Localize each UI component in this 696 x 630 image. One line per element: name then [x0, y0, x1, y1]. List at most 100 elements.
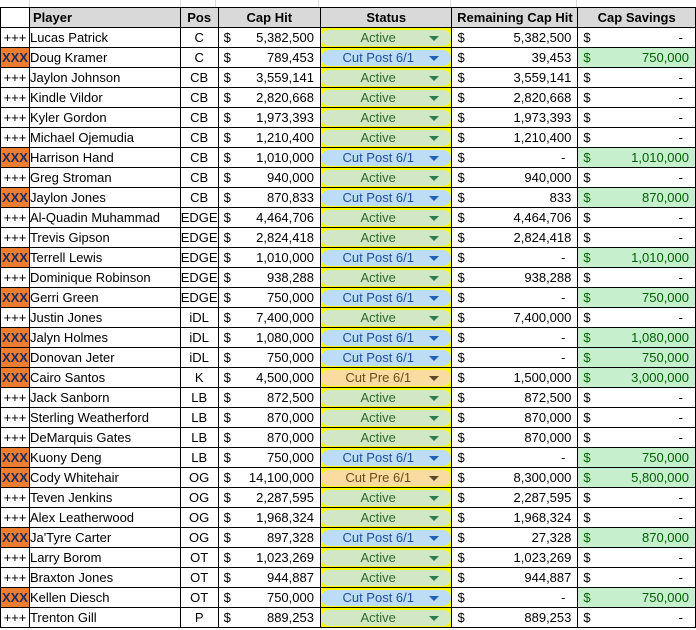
- status-cell[interactable]: Cut Post 6/1: [319, 527, 453, 548]
- cut-marker-cell[interactable]: XXX: [0, 247, 30, 268]
- status-dropdown[interactable]: Active: [321, 510, 451, 526]
- position-cell[interactable]: CB: [179, 127, 219, 148]
- chevron-down-icon[interactable]: [429, 216, 440, 221]
- status-cell[interactable]: Active: [319, 407, 453, 428]
- remaining-cap-hit-cell[interactable]: $1,500,000: [451, 367, 579, 388]
- cut-marker-cell[interactable]: +++: [0, 427, 30, 448]
- cap-hit-cell[interactable]: $870,833: [217, 187, 321, 208]
- player-name-cell[interactable]: Jack Sanborn: [28, 387, 181, 408]
- status-dropdown[interactable]: Active: [321, 570, 451, 586]
- status-cell[interactable]: Active: [319, 607, 453, 628]
- player-name-cell[interactable]: Dominique Robinson: [28, 267, 181, 288]
- position-cell[interactable]: C: [179, 47, 219, 68]
- remaining-cap-hit-cell[interactable]: $8,300,000: [451, 467, 579, 488]
- player-name-cell[interactable]: Gerri Green: [28, 287, 181, 308]
- status-cell[interactable]: Active: [319, 67, 453, 88]
- status-dropdown[interactable]: Cut Post 6/1: [321, 530, 451, 546]
- remaining-cap-hit-cell[interactable]: $872,500: [451, 387, 579, 408]
- remaining-cap-hit-cell[interactable]: $2,824,418: [451, 227, 579, 248]
- cap-savings-cell[interactable]: $ -: [577, 207, 696, 228]
- cap-hit-cell[interactable]: $750,000: [217, 587, 321, 608]
- cap-hit-cell[interactable]: $4,464,706: [217, 207, 321, 228]
- remaining-cap-hit-cell[interactable]: $ -: [451, 587, 579, 608]
- remaining-cap-hit-cell[interactable]: $ -: [451, 447, 579, 468]
- status-cell[interactable]: Cut Post 6/1: [319, 347, 453, 368]
- status-cell[interactable]: Cut Post 6/1: [319, 587, 453, 608]
- status-cell[interactable]: Active: [319, 27, 453, 48]
- player-name-cell[interactable]: Cairo Santos: [28, 367, 181, 388]
- position-cell[interactable]: OG: [179, 507, 219, 528]
- status-dropdown[interactable]: Active: [321, 230, 451, 246]
- remaining-cap-hit-cell[interactable]: $ -: [451, 147, 579, 168]
- player-name-cell[interactable]: Justin Jones: [28, 307, 181, 328]
- status-dropdown[interactable]: Active: [321, 390, 451, 406]
- chevron-down-icon[interactable]: [429, 496, 440, 501]
- cap-savings-cell[interactable]: $750,000: [577, 347, 696, 368]
- chevron-down-icon[interactable]: [429, 396, 440, 401]
- player-name-cell[interactable]: Alex Leatherwood: [28, 507, 181, 528]
- player-name-cell[interactable]: Jalyn Holmes: [28, 327, 181, 348]
- cap-savings-cell[interactable]: $ -: [577, 107, 696, 128]
- cap-savings-cell[interactable]: $1,010,000: [577, 147, 696, 168]
- position-cell[interactable]: CB: [179, 67, 219, 88]
- cap-hit-cell[interactable]: $940,000: [217, 167, 321, 188]
- cut-marker-cell[interactable]: +++: [0, 487, 30, 508]
- cut-marker-cell[interactable]: +++: [0, 107, 30, 128]
- position-cell[interactable]: OT: [179, 567, 219, 588]
- cap-hit-cell[interactable]: $1,080,000: [217, 327, 321, 348]
- position-cell[interactable]: iDL: [179, 347, 219, 368]
- cap-savings-cell[interactable]: $750,000: [577, 287, 696, 308]
- player-name-cell[interactable]: Larry Borom: [28, 547, 181, 568]
- cap-savings-cell[interactable]: $ -: [577, 427, 696, 448]
- remaining-cap-hit-cell[interactable]: $833: [451, 187, 579, 208]
- position-cell[interactable]: OG: [179, 527, 219, 548]
- status-dropdown[interactable]: Active: [321, 270, 451, 286]
- position-cell[interactable]: CB: [179, 187, 219, 208]
- position-cell[interactable]: LB: [179, 447, 219, 468]
- remaining-cap-hit-cell[interactable]: $870,000: [451, 407, 579, 428]
- status-cell[interactable]: Active: [319, 127, 453, 148]
- cap-hit-cell[interactable]: $750,000: [217, 287, 321, 308]
- remaining-cap-hit-cell[interactable]: $940,000: [451, 167, 579, 188]
- player-name-cell[interactable]: Doug Kramer: [28, 47, 181, 68]
- remaining-cap-hit-cell[interactable]: $2,287,595: [451, 487, 579, 508]
- chevron-down-icon[interactable]: [429, 356, 440, 361]
- player-name-cell[interactable]: Ja'Tyre Carter: [28, 527, 181, 548]
- chevron-down-icon[interactable]: [429, 36, 440, 41]
- cap-hit-cell[interactable]: $889,253: [217, 607, 321, 628]
- status-cell[interactable]: Active: [319, 207, 453, 228]
- cut-marker-cell[interactable]: XXX: [0, 147, 30, 168]
- player-name-cell[interactable]: Cody Whitehair: [28, 467, 181, 488]
- cap-savings-cell[interactable]: $ -: [577, 87, 696, 108]
- cap-hit-cell[interactable]: $1,210,400: [217, 127, 321, 148]
- chevron-down-icon[interactable]: [429, 556, 440, 561]
- player-name-cell[interactable]: DeMarquis Gates: [28, 427, 181, 448]
- chevron-down-icon[interactable]: [429, 56, 440, 61]
- remaining-cap-hit-cell[interactable]: $5,382,500: [451, 27, 579, 48]
- position-cell[interactable]: iDL: [179, 327, 219, 348]
- remaining-cap-hit-cell[interactable]: $39,453: [451, 47, 579, 68]
- header-cap-savings[interactable]: Cap Savings: [577, 7, 696, 28]
- player-name-cell[interactable]: Al-Quadin Muhammad: [28, 207, 181, 228]
- cut-marker-cell[interactable]: XXX: [0, 187, 30, 208]
- chevron-down-icon[interactable]: [429, 436, 440, 441]
- cap-hit-cell[interactable]: $1,023,269: [217, 547, 321, 568]
- chevron-down-icon[interactable]: [429, 536, 440, 541]
- cut-marker-cell[interactable]: +++: [0, 227, 30, 248]
- cap-savings-cell[interactable]: $1,010,000: [577, 247, 696, 268]
- remaining-cap-hit-cell[interactable]: $944,887: [451, 567, 579, 588]
- remaining-cap-hit-cell[interactable]: $1,973,393: [451, 107, 579, 128]
- position-cell[interactable]: CB: [179, 147, 219, 168]
- remaining-cap-hit-cell[interactable]: $7,400,000: [451, 307, 579, 328]
- remaining-cap-hit-cell[interactable]: $27,328: [451, 527, 579, 548]
- position-cell[interactable]: K: [179, 367, 219, 388]
- cap-hit-cell[interactable]: $944,887: [217, 567, 321, 588]
- cut-marker-cell[interactable]: XXX: [0, 347, 30, 368]
- cut-marker-cell[interactable]: +++: [0, 607, 30, 628]
- cap-savings-cell[interactable]: $750,000: [577, 447, 696, 468]
- cap-savings-cell[interactable]: $ -: [577, 127, 696, 148]
- status-dropdown[interactable]: Active: [321, 210, 451, 226]
- remaining-cap-hit-cell[interactable]: $ -: [451, 347, 579, 368]
- cap-hit-cell[interactable]: $4,500,000: [217, 367, 321, 388]
- position-cell[interactable]: EDGE: [179, 247, 219, 268]
